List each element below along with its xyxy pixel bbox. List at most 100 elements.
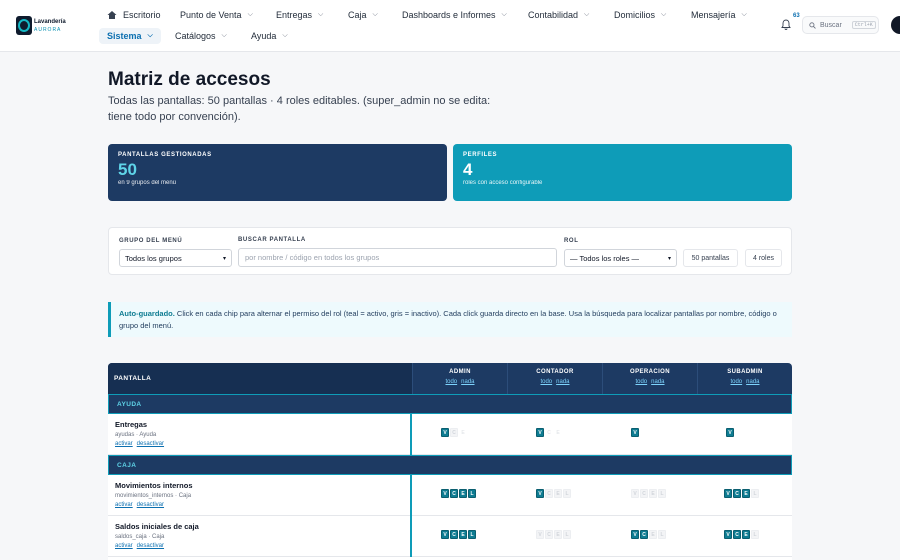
access-matrix: PANTALLA ADMIN todo nada CONTADOR todo nad… — [108, 363, 792, 560]
perm-chip-e[interactable]: E — [742, 489, 750, 498]
perm-chip-l[interactable]: L — [563, 489, 571, 498]
perm-chip-e[interactable]: E — [554, 489, 562, 498]
perm-chip-v[interactable]: V — [441, 489, 449, 498]
chevron-down-icon: ⌵ — [584, 11, 590, 18]
screen-count-badge: 50 pantallas — [683, 249, 738, 267]
nav-entregas[interactable]: Entregas ⌵ — [276, 10, 323, 20]
user-avatar[interactable] — [891, 16, 900, 34]
perm-chip-v[interactable]: V — [631, 428, 639, 437]
column-divider — [410, 516, 412, 557]
deactivate-row-link[interactable]: desactivar — [137, 502, 164, 508]
search-shortcut: Ctrl+K — [851, 21, 876, 29]
nav-escritorio[interactable]: Escritorio — [107, 10, 161, 20]
perm-chip-v[interactable]: V — [536, 530, 544, 539]
perm-chip-e[interactable]: E — [459, 428, 467, 437]
chevron-down-icon: ⌵ — [247, 11, 253, 18]
select-none-link[interactable]: nada — [461, 379, 474, 385]
global-search-button[interactable]: Buscar Ctrl+K — [802, 16, 879, 34]
bell-icon[interactable] — [780, 19, 792, 31]
nav-label: Sistema — [107, 31, 142, 41]
matrix-header: PANTALLA ADMIN todo nada CONTADOR todo nad… — [108, 363, 792, 394]
screen-search-label: BUSCAR PANTALLA — [238, 237, 306, 243]
perm-chip-l[interactable]: L — [563, 530, 571, 539]
perm-chip-e[interactable]: E — [459, 489, 467, 498]
select-all-link[interactable]: todo — [445, 379, 457, 385]
perm-chip-l[interactable]: L — [751, 489, 759, 498]
nav-catalogos[interactable]: Catálogos ⌵ — [175, 31, 227, 41]
perm-chip-v[interactable]: V — [724, 489, 732, 498]
perm-chip-v[interactable]: V — [536, 489, 544, 498]
select-none-link[interactable]: nada — [556, 379, 569, 385]
nav-sistema[interactable]: Sistema ⌵ — [99, 28, 161, 44]
activate-row-link[interactable]: activar — [115, 502, 133, 508]
perm-chip-l[interactable]: L — [468, 530, 476, 539]
nav-label: Catálogos — [175, 31, 216, 41]
perm-chip-c[interactable]: C — [733, 530, 741, 539]
perm-chip-l[interactable]: L — [751, 530, 759, 539]
role-name: CONTADOR — [536, 369, 574, 375]
deactivate-row-link[interactable]: desactivar — [137, 441, 164, 447]
perm-chips: V — [726, 428, 734, 437]
perm-chip-e[interactable]: E — [459, 530, 467, 539]
perm-chip-c[interactable]: C — [450, 428, 458, 437]
brand-name[interactable]: Lavandería AURORA — [34, 18, 66, 34]
search-placeholder: por nombre / código en todos los grupos — [245, 253, 380, 262]
select-all-link[interactable]: todo — [635, 379, 647, 385]
stat-description: roles con acceso configurable — [463, 180, 543, 186]
stat-card-profiles: PERFILES 4 roles con acceso configurable — [453, 144, 792, 201]
stat-label: PANTALLAS GESTIONADAS — [118, 152, 212, 158]
nav-contabilidad[interactable]: Contabilidad ⌵ — [528, 10, 589, 20]
perm-chip-c[interactable]: C — [640, 530, 648, 539]
nav-label: Entregas — [276, 10, 313, 20]
group-filter-label: GRUPO DEL MENÚ — [119, 238, 183, 244]
nav-dashboards[interactable]: Dashboards e Informes ⌵ — [402, 10, 507, 20]
nav-label: Dashboards e Informes — [402, 10, 496, 20]
perm-chip-v[interactable]: V — [726, 428, 734, 437]
chevron-down-icon: ⌵ — [501, 11, 507, 18]
perm-chip-v[interactable]: V — [441, 428, 449, 437]
screen-search-input[interactable]: por nombre / código en todos los grupos — [238, 248, 557, 267]
perm-chip-c[interactable]: C — [450, 489, 458, 498]
perm-chip-e[interactable]: E — [554, 530, 562, 539]
perm-chip-v[interactable]: V — [441, 530, 449, 539]
activate-row-link[interactable]: activar — [115, 543, 133, 549]
nav-mensajeria[interactable]: Mensajería ⌵ — [691, 10, 747, 20]
brand-logo-icon[interactable] — [16, 16, 32, 35]
perm-chip-c[interactable]: C — [640, 489, 648, 498]
perm-chip-c[interactable]: C — [450, 530, 458, 539]
group-select[interactable]: Todos los grupos ▾ — [119, 249, 232, 267]
perm-chip-c[interactable]: C — [733, 489, 741, 498]
brand-title: Lavandería — [34, 19, 66, 25]
nav-punto-de-venta[interactable]: Punto de Venta ⌵ — [180, 10, 253, 20]
perm-chip-v[interactable]: V — [724, 530, 732, 539]
select-all-link[interactable]: todo — [730, 379, 742, 385]
role-select[interactable]: — Todos los roles — ▾ — [564, 249, 677, 267]
nav-caja[interactable]: Caja ⌵ — [348, 10, 378, 20]
perm-chip-l[interactable]: L — [658, 489, 666, 498]
select-all-link[interactable]: todo — [540, 379, 552, 385]
deactivate-row-link[interactable]: desactivar — [137, 543, 164, 549]
perm-chip-e[interactable]: E — [554, 428, 562, 437]
nav-ayuda[interactable]: Ayuda ⌵ — [251, 31, 288, 41]
group-row-ayuda: AYUDA — [108, 394, 792, 414]
select-none-link[interactable]: nada — [651, 379, 664, 385]
screen-name: Movimientos internos — [115, 481, 193, 490]
notice-heading: Auto-guardado. — [119, 309, 175, 318]
perm-chip-v[interactable]: V — [536, 428, 544, 437]
screen-row: Movimientos internos movimientos_interno… — [108, 475, 792, 516]
perm-chip-v[interactable]: V — [631, 530, 639, 539]
perm-chip-l[interactable]: L — [658, 530, 666, 539]
filter-panel: GRUPO DEL MENÚ Todos los grupos ▾ BUSCAR … — [108, 227, 792, 275]
select-none-link[interactable]: nada — [746, 379, 759, 385]
perm-chip-e[interactable]: E — [742, 530, 750, 539]
nav-domicilios[interactable]: Domicilios ⌵ — [614, 10, 666, 20]
perm-chip-e[interactable]: E — [649, 489, 657, 498]
perm-chip-c[interactable]: C — [545, 428, 553, 437]
perm-chip-v[interactable]: V — [631, 489, 639, 498]
perm-chip-c[interactable]: C — [545, 489, 553, 498]
caret-down-icon: ▾ — [222, 255, 226, 262]
perm-chip-c[interactable]: C — [545, 530, 553, 539]
activate-row-link[interactable]: activar — [115, 441, 133, 447]
perm-chip-l[interactable]: L — [468, 489, 476, 498]
perm-chip-e[interactable]: E — [649, 530, 657, 539]
